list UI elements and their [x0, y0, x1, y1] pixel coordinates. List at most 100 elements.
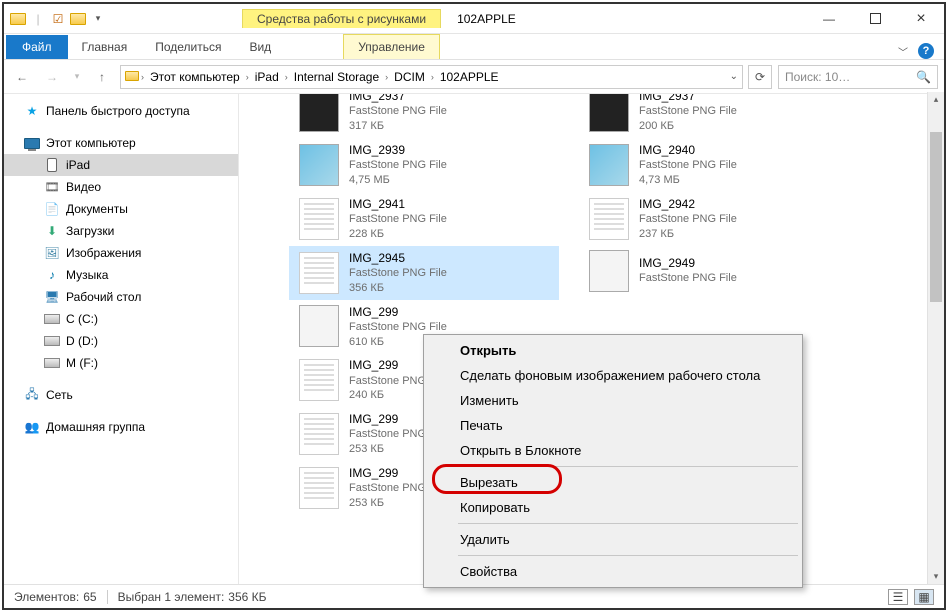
history-dropdown[interactable]: ▾ — [70, 65, 84, 89]
sidebar-ipad[interactable]: iPad — [4, 154, 238, 176]
file-name: IMG_2941 — [349, 196, 447, 212]
help-icon[interactable]: ? — [918, 43, 934, 59]
quick-access[interactable]: ★ Панель быстрого доступа — [4, 100, 238, 122]
breadcrumb-item[interactable]: Internal Storage — [290, 68, 383, 86]
tab-share[interactable]: Поделиться — [141, 35, 235, 59]
context-menu-item[interactable]: Копировать — [426, 495, 800, 520]
item-count: 65 — [83, 590, 96, 604]
context-menu: ОткрытьСделать фоновым изображением рабо… — [423, 334, 803, 588]
vertical-scrollbar[interactable]: ▴ ▾ — [927, 92, 944, 584]
documents-icon: 📄 — [44, 201, 60, 217]
tab-home[interactable]: Главная — [68, 35, 142, 59]
sidebar-drive-d[interactable]: D (D:) — [4, 330, 238, 352]
explorer-window: | ☑ ▾ Средства работы с рисунками 102APP… — [2, 2, 946, 610]
file-size: 317 КБ — [349, 119, 447, 134]
file-size: 200 КБ — [639, 119, 737, 134]
file-type: FastStone PNG File — [349, 104, 447, 119]
sidebar-network[interactable]: 🖧Сеть — [4, 384, 238, 406]
sidebar-desktop[interactable]: 🖥Рабочий стол — [4, 286, 238, 308]
close-button[interactable]: × — [898, 4, 944, 33]
search-icon: 🔍 — [916, 70, 931, 84]
file-size: 4,75 МБ — [349, 173, 447, 188]
file-type: FastStone PNG File — [349, 320, 447, 335]
properties-icon[interactable]: ☑ — [50, 11, 66, 27]
sidebar-videos[interactable]: 🎞Видео — [4, 176, 238, 198]
tab-manage[interactable]: Управление — [343, 34, 440, 59]
contextual-tab-label: Средства работы с рисунками — [242, 9, 441, 28]
breadcrumb-item[interactable]: Этот компьютер — [146, 68, 244, 86]
star-icon: ★ — [24, 103, 40, 119]
network-icon: 🖧 — [24, 387, 40, 403]
refresh-button[interactable]: ⟳ — [748, 65, 772, 89]
sidebar-downloads[interactable]: ⬇Загрузки — [4, 220, 238, 242]
downloads-icon: ⬇ — [44, 223, 60, 239]
view-tiles-icon[interactable]: ▦ — [914, 589, 934, 605]
search-box[interactable]: Поиск: 10… 🔍 — [778, 65, 938, 89]
back-button[interactable]: ← — [10, 65, 34, 89]
minimize-button[interactable]: — — [806, 4, 852, 33]
navigation-bar: ← → ▾ ↑ › Этот компьютер› iPad› Internal… — [4, 60, 944, 94]
scrollbar-thumb[interactable] — [930, 132, 942, 302]
ipad-icon — [44, 157, 60, 173]
address-dropdown-icon[interactable]: ⌄ — [730, 71, 738, 82]
file-item[interactable]: IMG_2942FastStone PNG File237 КБ — [579, 192, 849, 246]
file-type: FastStone PNG File — [639, 104, 737, 119]
videos-icon: 🎞 — [44, 179, 60, 195]
music-icon: ♪ — [44, 267, 60, 283]
sidebar-documents[interactable]: 📄Документы — [4, 198, 238, 220]
context-menu-item[interactable]: Изменить — [426, 388, 800, 413]
file-item[interactable]: IMG_2949FastStone PNG File — [579, 246, 849, 296]
ribbon-right: ﹀ ? — [898, 43, 944, 59]
qat-separator: | — [30, 11, 46, 27]
expand-ribbon-icon[interactable]: ﹀ — [898, 44, 908, 59]
tab-view[interactable]: Вид — [235, 35, 285, 59]
context-menu-item[interactable]: Открыть в Блокноте — [426, 438, 800, 463]
file-item[interactable]: IMG_2945FastStone PNG File356 КБ — [289, 246, 559, 300]
this-pc[interactable]: Этот компьютер — [4, 132, 238, 154]
address-bar[interactable]: › Этот компьютер› iPad› Internal Storage… — [120, 65, 743, 89]
maximize-button[interactable] — [852, 4, 898, 33]
drive-icon — [44, 333, 60, 349]
file-name: IMG_2949 — [639, 255, 737, 271]
file-name: IMG_2945 — [349, 250, 447, 266]
ribbon-tabs: Файл Главная Поделиться Вид Управление ﹀… — [4, 34, 944, 60]
titlebar: | ☑ ▾ Средства работы с рисунками 102APP… — [4, 4, 944, 34]
sidebar-drive-c[interactable]: C (C:) — [4, 308, 238, 330]
file-item[interactable]: IMG_2937FastStone PNG File200 КБ — [579, 94, 849, 138]
sidebar-pictures[interactable]: 🖼Изображения — [4, 242, 238, 264]
up-button[interactable]: ↑ — [90, 65, 114, 89]
file-type: FastStone PNG File — [639, 158, 737, 173]
file-tab[interactable]: Файл — [6, 35, 68, 59]
sidebar-homegroup[interactable]: 👥Домашняя группа — [4, 416, 238, 438]
context-menu-item[interactable]: Свойства — [426, 559, 800, 584]
file-item[interactable]: IMG_2940FastStone PNG File4,73 МБ — [579, 138, 849, 192]
sidebar-drive-f[interactable]: M (F:) — [4, 352, 238, 374]
breadcrumb-item[interactable]: 102APPLE — [436, 68, 503, 86]
context-menu-item[interactable]: Сделать фоновым изображением рабочего ст… — [426, 363, 800, 388]
sidebar-music[interactable]: ♪Музыка — [4, 264, 238, 286]
pictures-icon: 🖼 — [44, 245, 60, 261]
file-size: 356 КБ — [349, 281, 447, 296]
file-item[interactable]: IMG_2937FastStone PNG File317 КБ — [289, 94, 559, 138]
file-item[interactable]: IMG_2941FastStone PNG File228 КБ — [289, 192, 559, 246]
breadcrumb-item[interactable]: DCIM — [390, 68, 429, 86]
context-menu-item[interactable]: Вырезать — [426, 470, 800, 495]
file-name: IMG_2939 — [349, 142, 447, 158]
new-folder-icon[interactable] — [70, 11, 86, 27]
context-menu-item[interactable]: Открыть — [426, 338, 800, 363]
breadcrumb-item[interactable]: iPad — [251, 68, 283, 86]
context-menu-item[interactable]: Удалить — [426, 527, 800, 552]
qat-dropdown-icon[interactable]: ▾ — [90, 11, 106, 27]
file-type: FastStone PNG File — [349, 158, 447, 173]
forward-button[interactable]: → — [40, 65, 64, 89]
context-menu-item[interactable]: Печать — [426, 413, 800, 438]
view-details-icon[interactable]: ☰ — [888, 589, 908, 605]
navigation-pane[interactable]: ★ Панель быстрого доступа Этот компьютер… — [4, 94, 239, 584]
desktop-icon: 🖥 — [44, 289, 60, 305]
breadcrumb-sep[interactable]: › — [141, 72, 144, 82]
selection-label: Выбран 1 элемент: — [118, 590, 225, 604]
file-name: IMG_2942 — [639, 196, 737, 212]
file-type: FastStone PNG File — [639, 212, 737, 227]
title-area: Средства работы с рисунками 102APPLE — [112, 4, 806, 33]
file-item[interactable]: IMG_2939FastStone PNG File4,75 МБ — [289, 138, 559, 192]
